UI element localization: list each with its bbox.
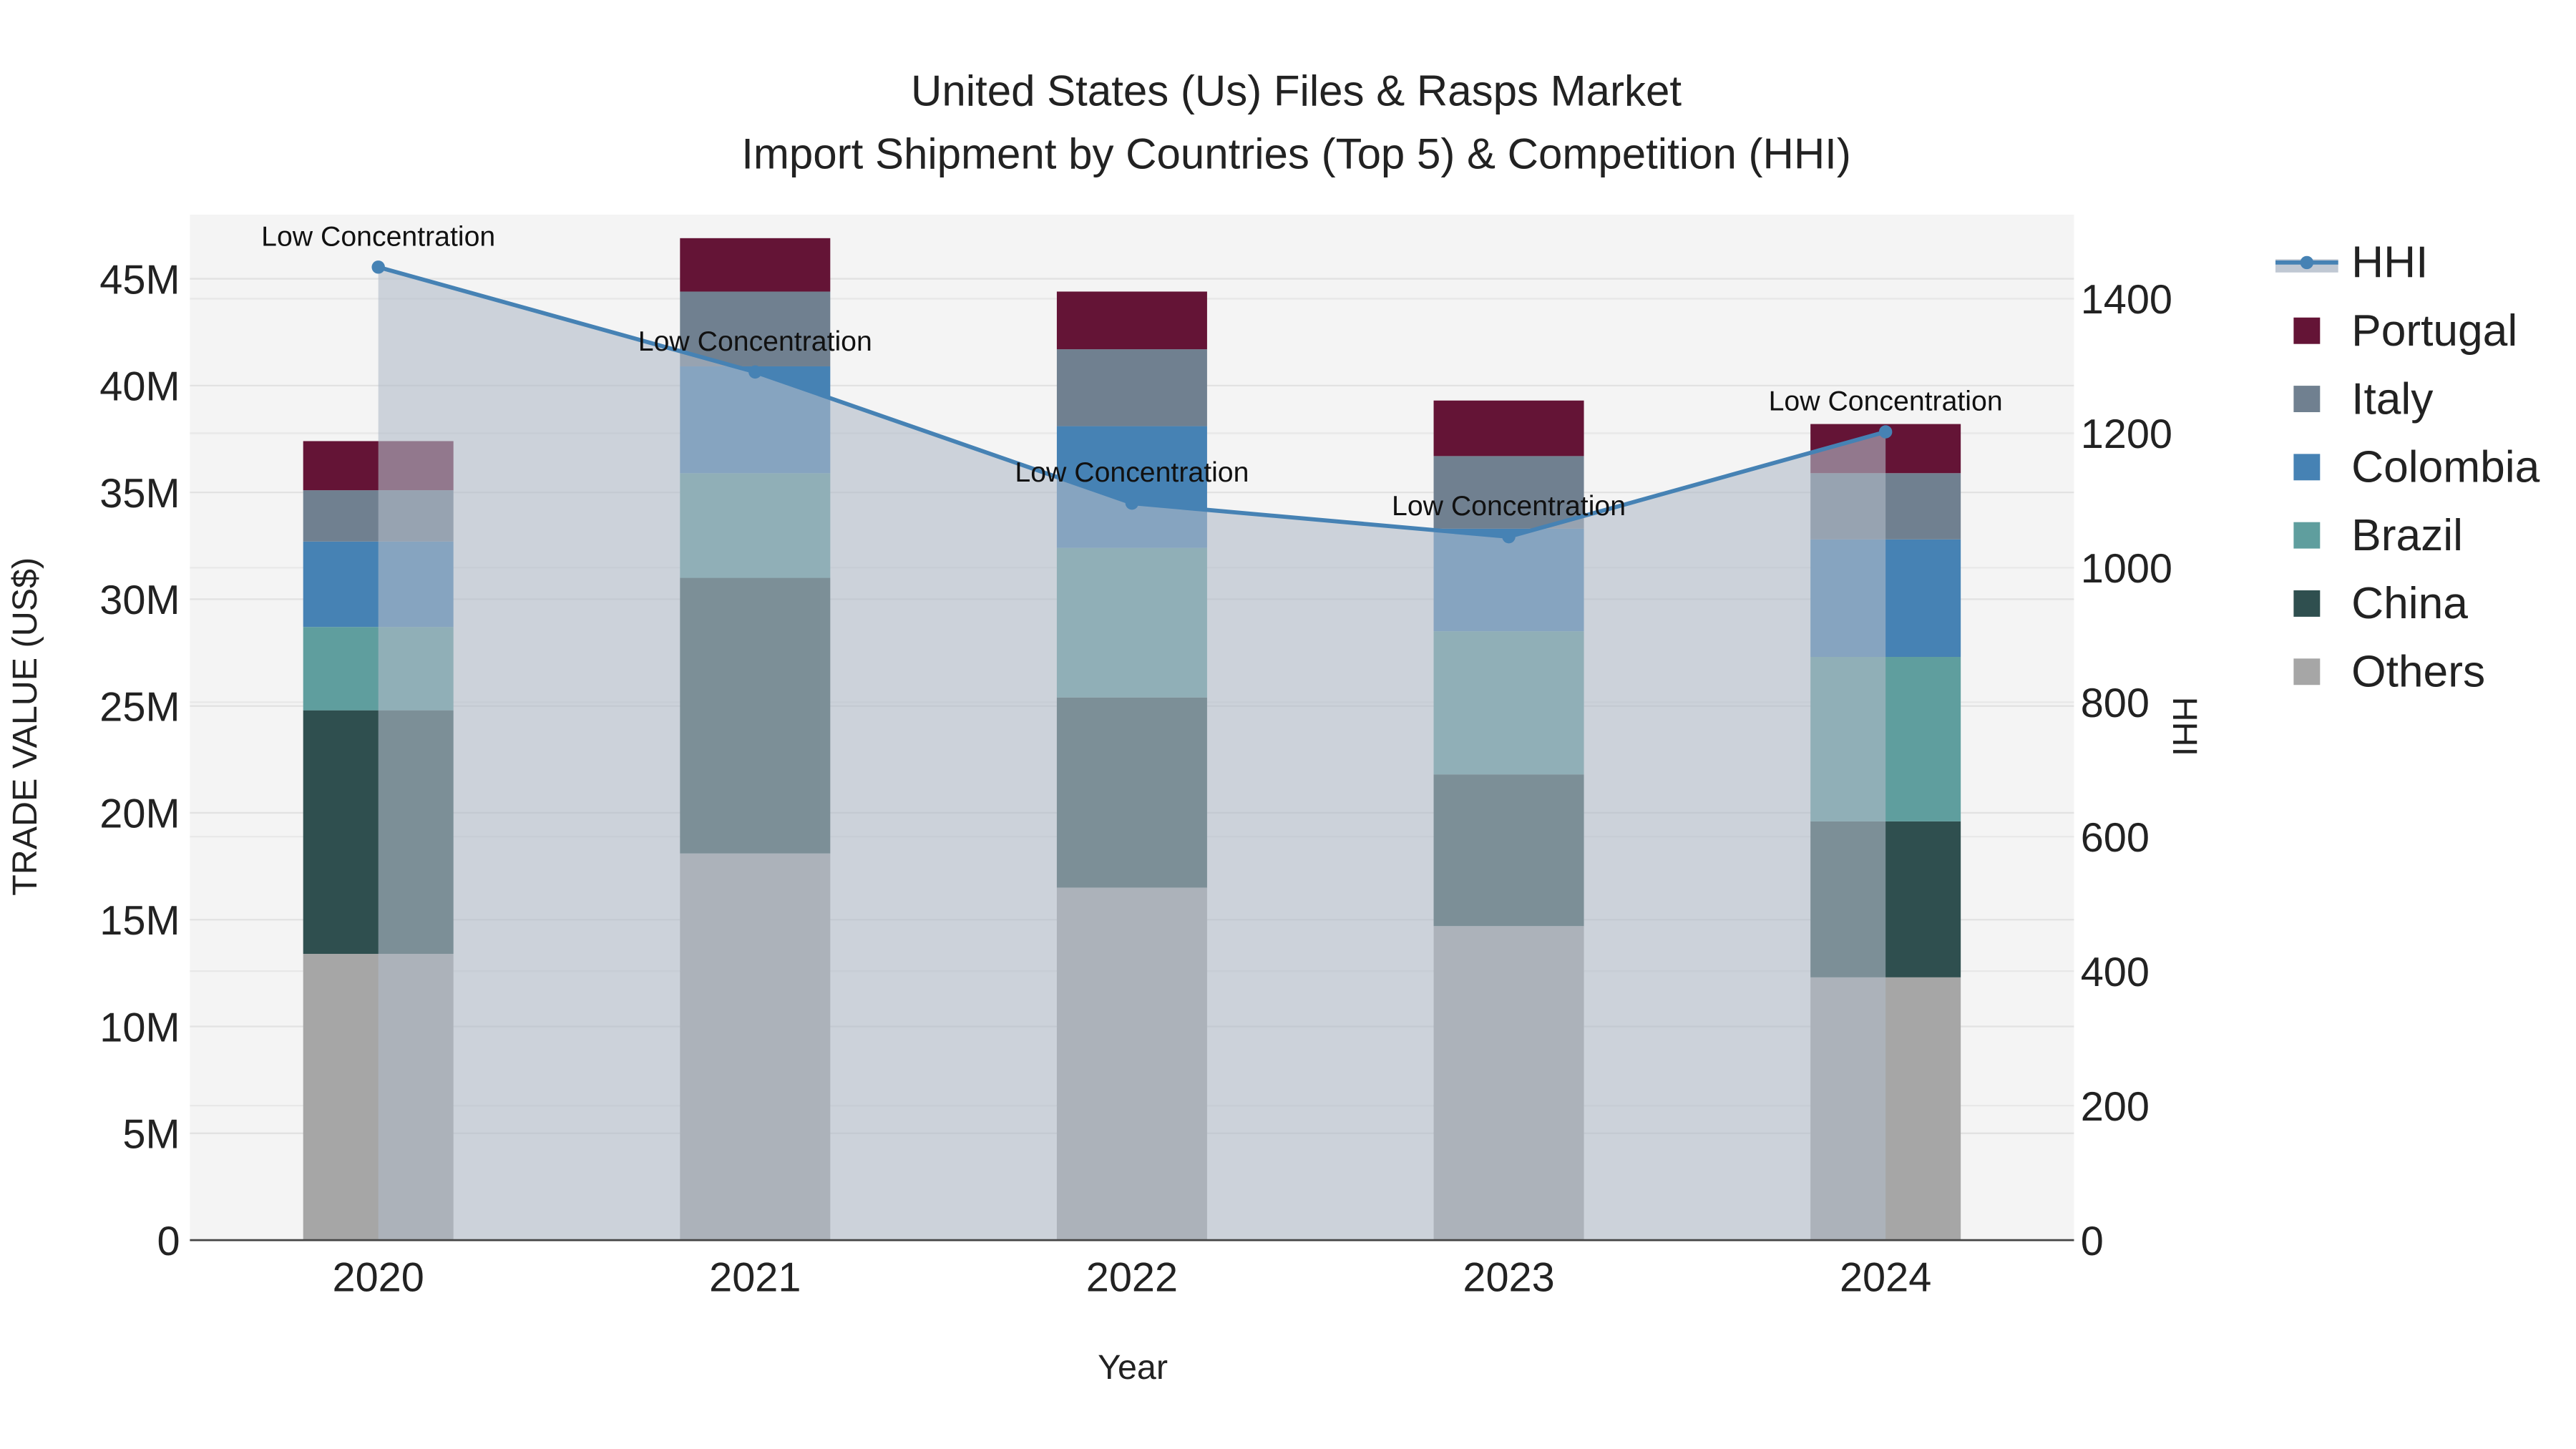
- legend-label-brazil: Brazil: [2351, 511, 2463, 560]
- x-tick-label: 2023: [1463, 1255, 1554, 1301]
- legend-swatch-others: [2293, 658, 2321, 686]
- hhi-point: [371, 260, 385, 274]
- x-tick-label: 2020: [333, 1255, 424, 1301]
- hhi-annotation: Low Concentration: [1015, 457, 1249, 488]
- legend-swatch-italy: [2293, 386, 2321, 412]
- y2-tick-label: 400: [2081, 950, 2150, 995]
- y-tick-label: 25M: [99, 684, 180, 730]
- y-tick-label: 15M: [99, 898, 180, 944]
- bar-portugal-2022: [1056, 291, 1207, 350]
- bar-portugal-2023: [1433, 400, 1584, 457]
- y2-tick-label: 1200: [2081, 411, 2172, 457]
- y-tick-label: 5M: [122, 1112, 180, 1158]
- hhi-annotation: Low Concentration: [261, 220, 495, 252]
- y2-tick-label: 1400: [2081, 277, 2172, 323]
- bar-portugal-2021: [680, 238, 831, 292]
- legend-hhi-marker: [2300, 255, 2314, 270]
- legend-swatch-brazil: [2293, 522, 2321, 549]
- legend-label-others: Others: [2351, 648, 2485, 697]
- hhi-point: [1125, 496, 1139, 510]
- y2-tick-label: 800: [2081, 680, 2150, 726]
- legend-label-china: China: [2351, 579, 2468, 628]
- chart-title-line2: Import Shipment by Countries (Top 5) & C…: [741, 130, 1851, 177]
- y-tick-label: 30M: [99, 577, 180, 623]
- y-tick-label: 0: [157, 1219, 180, 1264]
- hhi-annotation: Low Concentration: [638, 326, 872, 357]
- x-tick-label: 2021: [709, 1255, 801, 1301]
- x-tick-label: 2024: [1840, 1255, 1931, 1301]
- hhi-annotation: Low Concentration: [1392, 490, 1626, 522]
- y-tick-label: 45M: [99, 257, 180, 303]
- y-tick-label: 40M: [99, 364, 180, 410]
- legend-label-portugal: Portugal: [2351, 306, 2517, 356]
- legend-label-colombia: Colombia: [2351, 443, 2540, 492]
- y2-tick-label: 200: [2081, 1084, 2150, 1130]
- legend-label-italy: Italy: [2351, 374, 2434, 424]
- legend-swatch-china: [2293, 590, 2321, 617]
- y2-axis-title: HHI: [2165, 697, 2204, 756]
- x-axis-title: Year: [1098, 1348, 1168, 1387]
- y-axis-title: TRADE VALUE (US$): [6, 557, 44, 896]
- y-tick-label: 35M: [99, 471, 180, 517]
- hhi-point: [748, 365, 762, 379]
- legend-label-hhi: HHI: [2351, 238, 2428, 288]
- x-tick-label: 2022: [1086, 1255, 1178, 1301]
- legend-swatch-portugal: [2293, 317, 2321, 344]
- chart-title-line1: United States (Us) Files & Rasps Market: [911, 67, 1682, 115]
- y-tick-label: 10M: [99, 1005, 180, 1050]
- y2-tick-label: 1000: [2081, 546, 2172, 592]
- bar-italy-2022: [1056, 349, 1207, 426]
- y-tick-label: 20M: [99, 791, 180, 837]
- chart: Low Concentration Low Concentration Low Co…: [6, 67, 2540, 1387]
- y2-tick-label: 600: [2081, 815, 2150, 861]
- hhi-point: [1502, 530, 1516, 544]
- hhi-annotation: Low Concentration: [1769, 386, 2003, 417]
- hhi-point: [1878, 425, 1893, 439]
- y2-tick-label: 0: [2081, 1219, 2104, 1264]
- legend-swatch-colombia: [2293, 454, 2321, 481]
